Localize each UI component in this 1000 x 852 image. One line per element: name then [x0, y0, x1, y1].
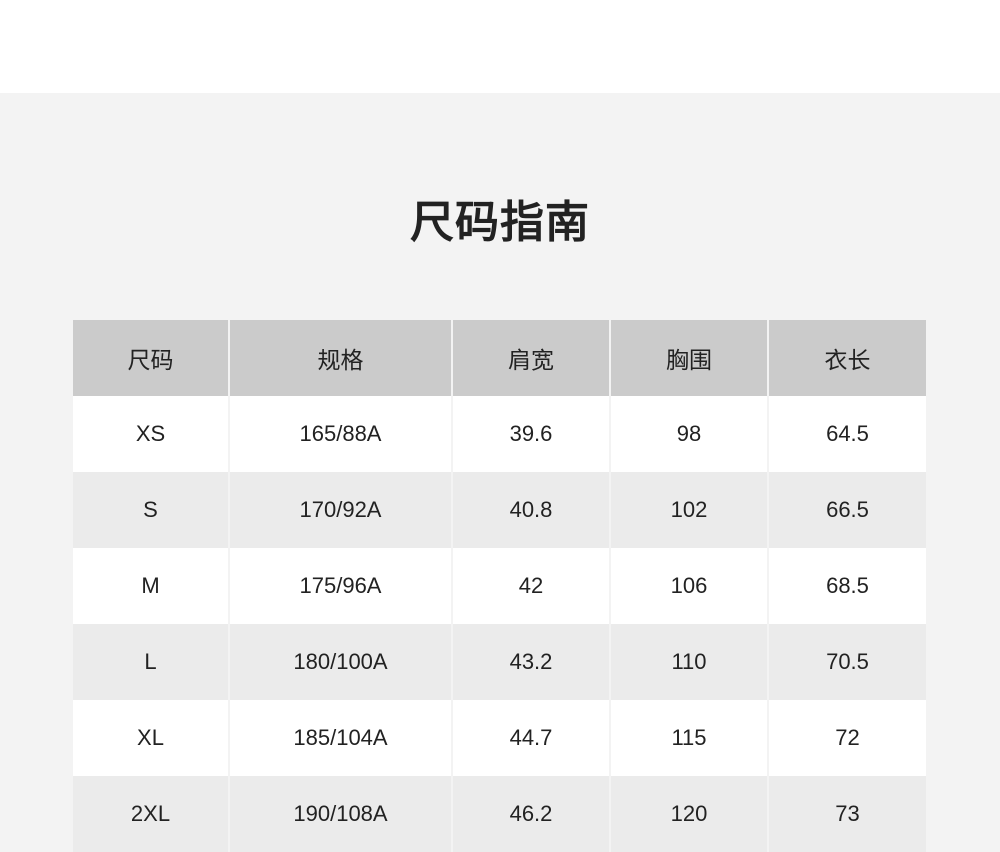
table-row: XL 185/104A 44.7 115 72 — [73, 700, 926, 776]
cell-size: L — [73, 624, 229, 700]
cell-shoulder: 40.8 — [451, 472, 610, 548]
cell-chest: 98 — [609, 396, 768, 472]
top-band — [0, 0, 1000, 93]
cell-size: M — [73, 548, 229, 624]
cell-chest: 102 — [609, 472, 768, 548]
cell-shoulder: 43.2 — [451, 624, 610, 700]
cell-chest: 110 — [609, 624, 768, 700]
header-size: 尺码 — [73, 320, 229, 396]
cell-length: 72 — [767, 700, 926, 776]
size-table: 尺码 规格 肩宽 胸围 衣长 XS 165/88A 39.6 98 64.5 S… — [73, 320, 926, 852]
header-length: 衣长 — [767, 320, 926, 396]
cell-chest: 106 — [609, 548, 768, 624]
cell-spec: 185/104A — [228, 700, 452, 776]
table-header-row: 尺码 规格 肩宽 胸围 衣长 — [73, 320, 926, 396]
cell-size: XL — [73, 700, 229, 776]
cell-shoulder: 46.2 — [451, 776, 610, 852]
cell-size: S — [73, 472, 229, 548]
cell-chest: 120 — [609, 776, 768, 852]
cell-length: 68.5 — [767, 548, 926, 624]
cell-spec: 170/92A — [228, 472, 452, 548]
cell-spec: 190/108A — [228, 776, 452, 852]
cell-chest: 115 — [609, 700, 768, 776]
cell-size: 2XL — [73, 776, 229, 852]
cell-length: 64.5 — [767, 396, 926, 472]
cell-length: 73 — [767, 776, 926, 852]
cell-shoulder: 44.7 — [451, 700, 610, 776]
cell-shoulder: 39.6 — [451, 396, 610, 472]
cell-spec: 175/96A — [228, 548, 452, 624]
page-title: 尺码指南 — [410, 197, 590, 248]
table-row: M 175/96A 42 106 68.5 — [73, 548, 926, 624]
header-shoulder: 肩宽 — [451, 320, 610, 396]
cell-spec: 180/100A — [228, 624, 452, 700]
header-spec: 规格 — [228, 320, 452, 396]
table-row: 2XL 190/108A 46.2 120 73 — [73, 776, 926, 852]
cell-spec: 165/88A — [228, 396, 452, 472]
table-row: XS 165/88A 39.6 98 64.5 — [73, 396, 926, 472]
cell-length: 66.5 — [767, 472, 926, 548]
table-row: L 180/100A 43.2 110 70.5 — [73, 624, 926, 700]
cell-shoulder: 42 — [451, 548, 610, 624]
cell-length: 70.5 — [767, 624, 926, 700]
table-row: S 170/92A 40.8 102 66.5 — [73, 472, 926, 548]
cell-size: XS — [73, 396, 229, 472]
header-chest: 胸围 — [609, 320, 768, 396]
